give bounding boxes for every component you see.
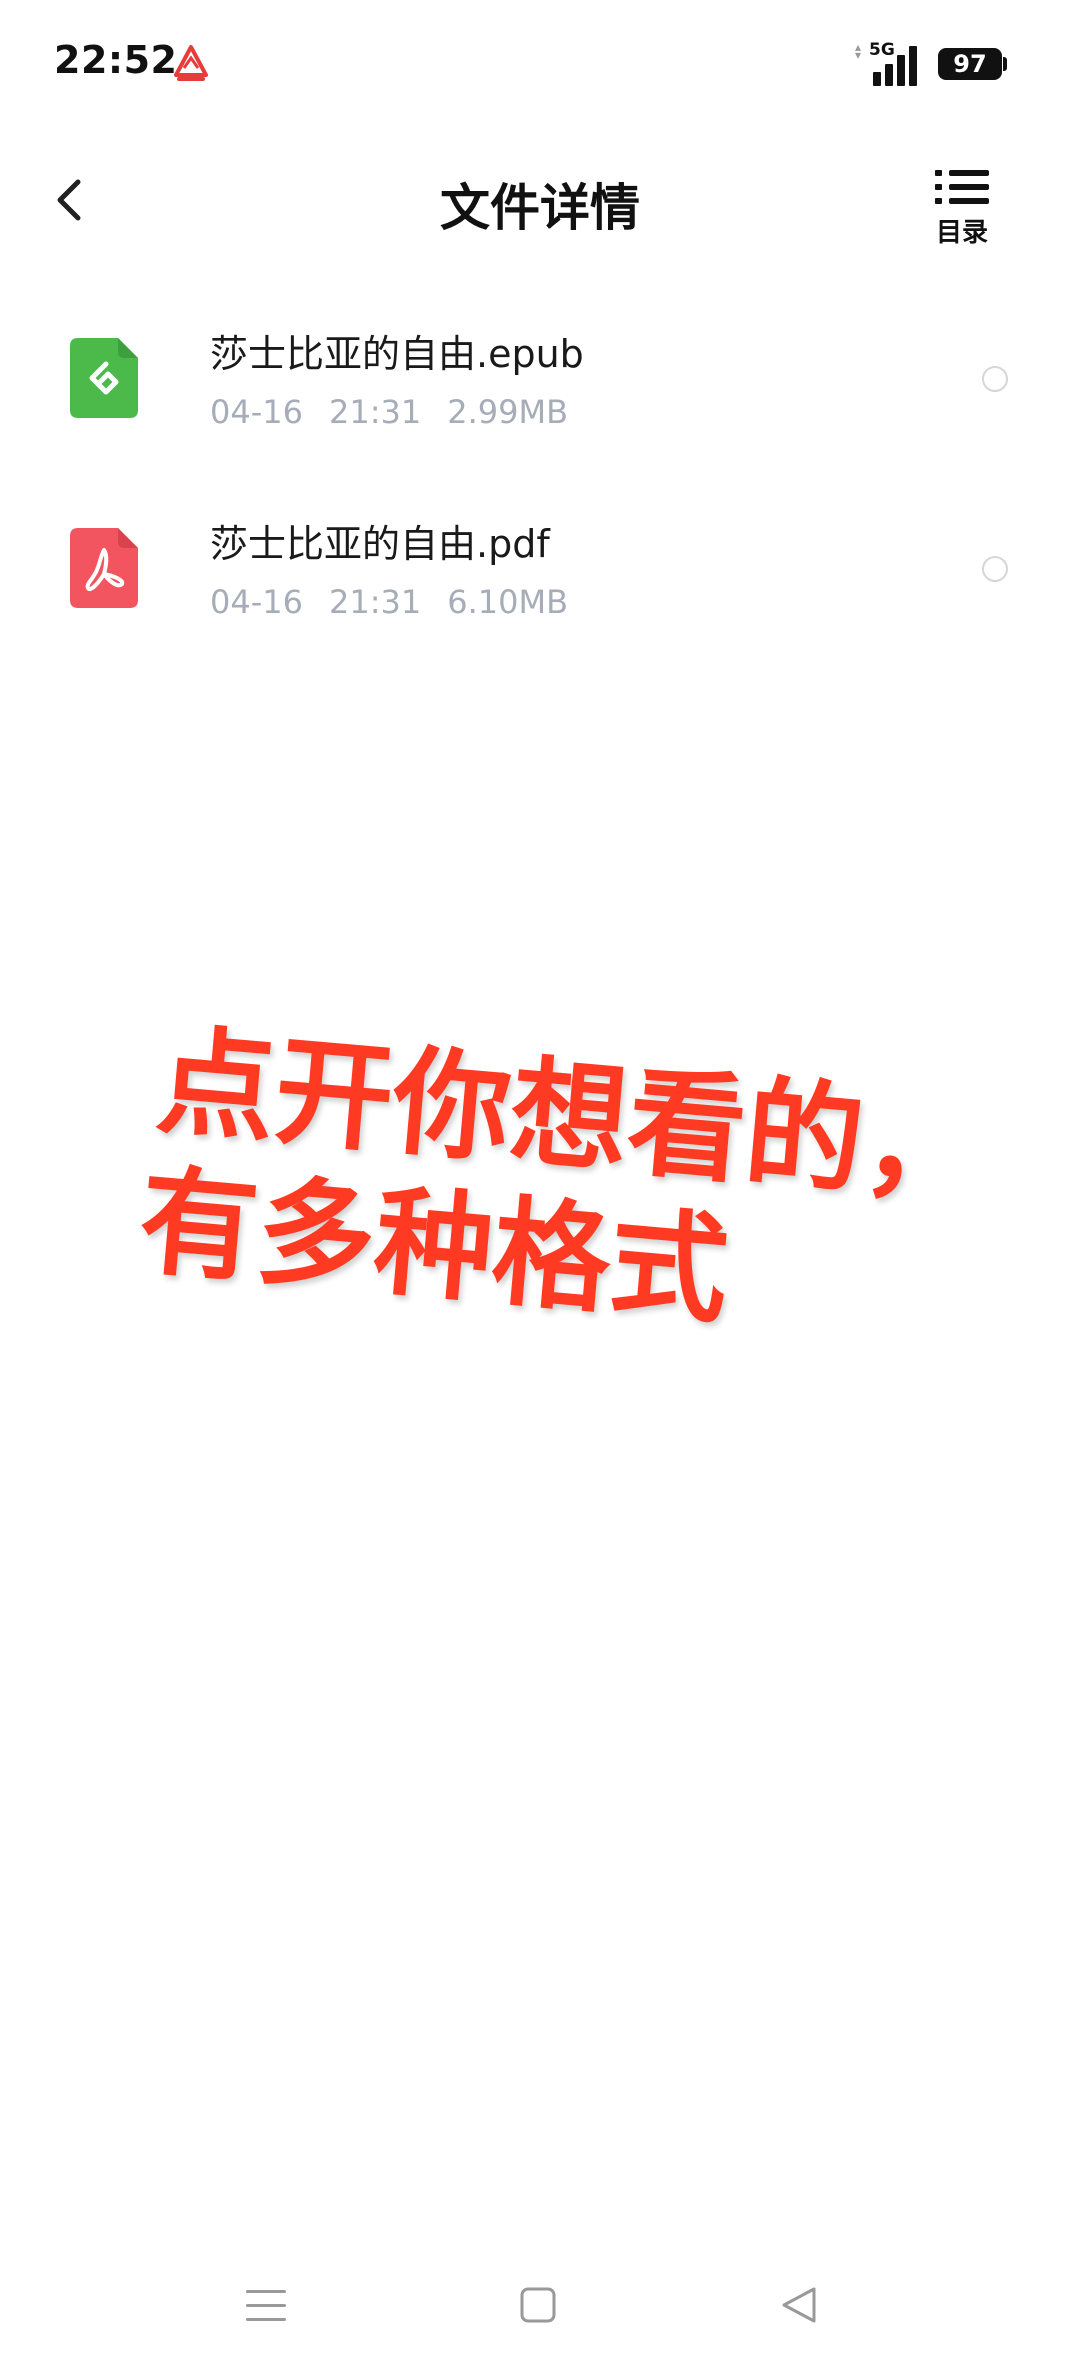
epub-file-icon	[70, 338, 138, 418]
file-name: 莎士比亚的自由.epub	[210, 332, 584, 376]
list-icon	[935, 170, 989, 204]
file-size: 2.99MB	[447, 393, 569, 431]
back-nav-button[interactable]	[770, 2276, 830, 2336]
select-radio[interactable]	[982, 556, 1008, 582]
navigation-bar	[0, 2250, 1080, 2377]
data-arrows-icon: ▴ ▾	[855, 40, 862, 62]
file-time: 21:31	[328, 393, 422, 431]
toc-button[interactable]: 目录	[922, 166, 1002, 248]
file-row-epub[interactable]: 莎士比亚的自由.epub 04-16 21:31 2.99MB	[0, 285, 1080, 475]
signal-indicator: ▴ ▾ 5G	[855, 40, 925, 86]
select-radio[interactable]	[982, 366, 1008, 392]
file-meta: 04-16 21:31 2.99MB	[210, 393, 594, 431]
status-bar: 22:52 ▴ ▾ 5G 97	[0, 0, 1080, 130]
file-time: 21:31	[328, 583, 422, 621]
overlay-caption: 点开你想看的， 有多种格式	[134, 1010, 987, 1340]
header: 文件详情 目录	[0, 150, 1080, 250]
home-nav-button[interactable]	[508, 2276, 568, 2336]
battery-tip	[1003, 57, 1007, 71]
signal-bars-icon	[873, 46, 917, 86]
file-list: 莎士比亚的自由.epub 04-16 21:31 2.99MB 莎士比亚的自由.pd…	[0, 285, 1080, 665]
file-name: 莎士比亚的自由.pdf	[210, 522, 550, 566]
file-row-pdf[interactable]: 莎士比亚的自由.pdf 04-16 21:31 6.10MB	[0, 475, 1080, 665]
square-icon	[520, 2287, 556, 2323]
status-time: 22:52	[54, 38, 178, 82]
file-size: 6.10MB	[447, 583, 569, 621]
battery-indicator: 97	[938, 48, 1002, 80]
page-title: 文件详情	[440, 179, 640, 237]
triangle-back-icon	[782, 2287, 816, 2323]
pdf-file-icon	[70, 528, 138, 608]
file-date: 04-16	[210, 393, 303, 431]
menu-nav-button[interactable]	[236, 2276, 296, 2336]
file-meta: 04-16 21:31 6.10MB	[210, 583, 594, 621]
toc-label: 目录	[935, 218, 988, 248]
menu-icon	[246, 2290, 286, 2321]
file-date: 04-16	[210, 583, 303, 621]
app-notification-icon	[170, 44, 212, 84]
